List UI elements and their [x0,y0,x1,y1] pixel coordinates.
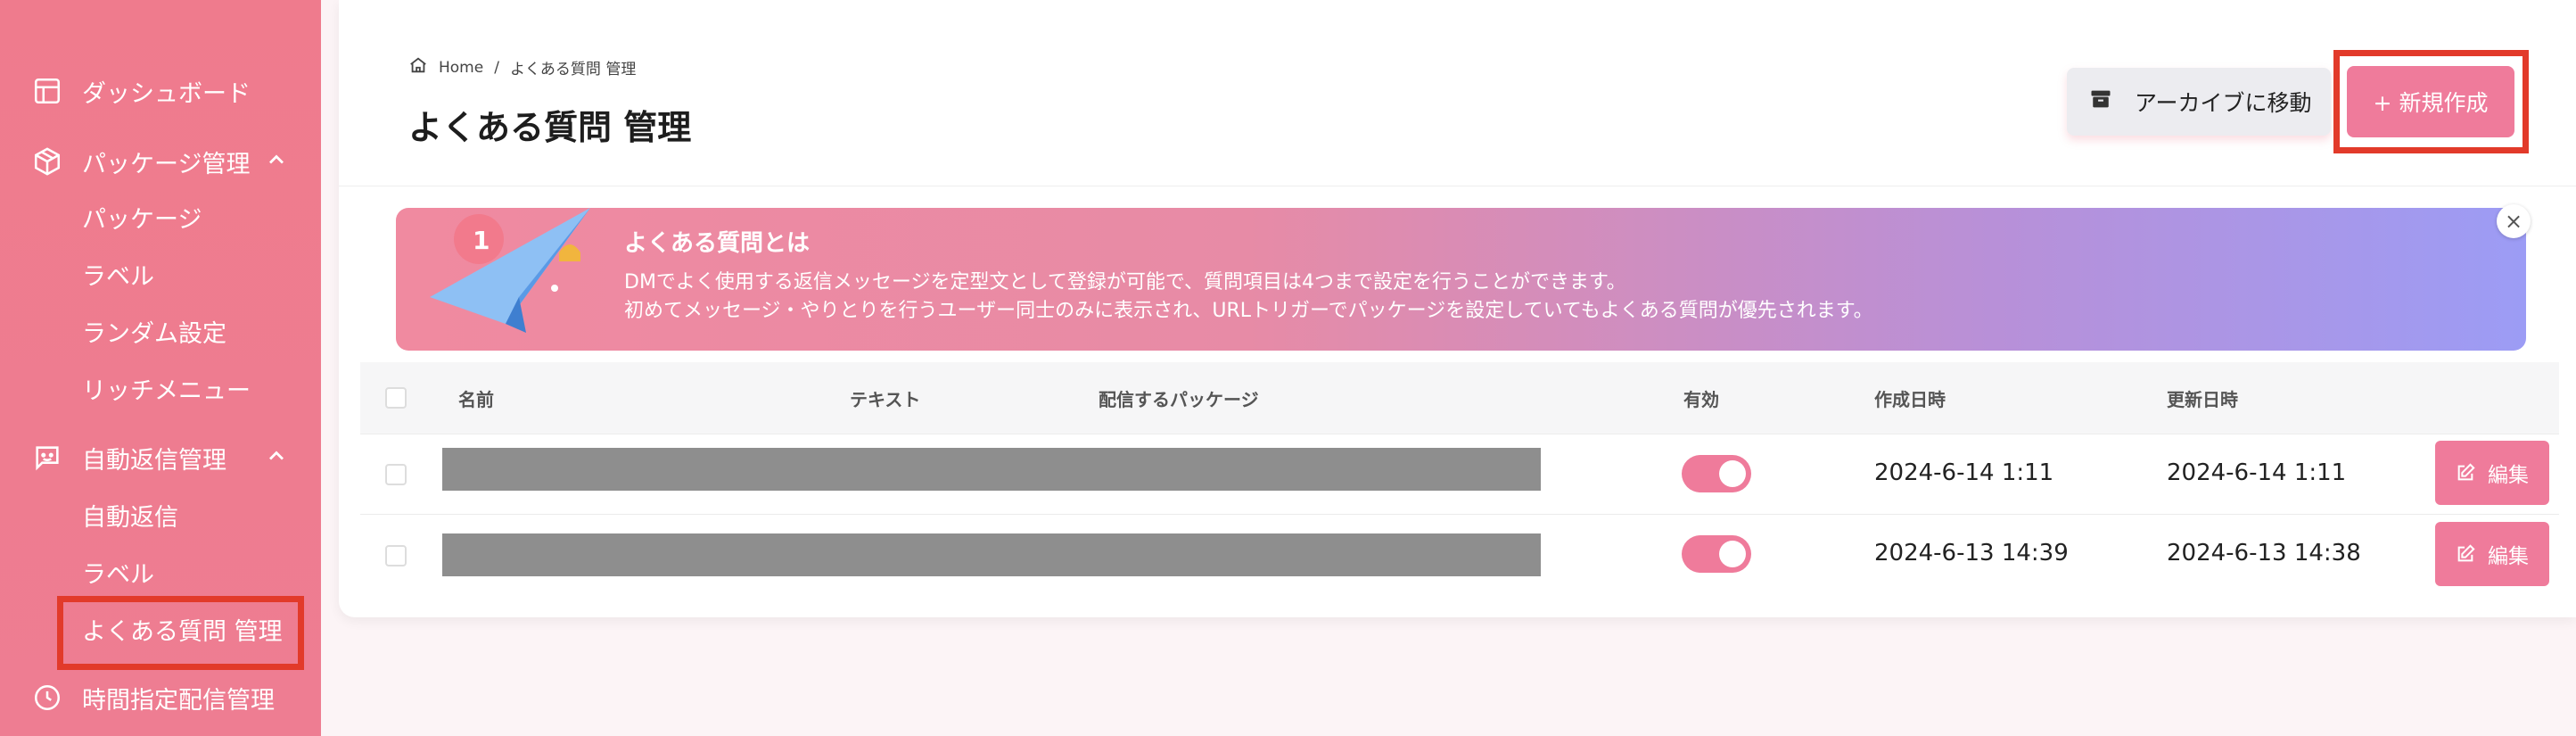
updated-date: 2024-6-13 14:38 [2167,540,2361,566]
edit-button-label: 編集 [2488,464,2529,487]
sidebar-item-label: ラベル [82,560,154,589]
dashboard-icon [30,74,64,108]
column-header-text[interactable]: テキスト [850,385,920,411]
sidebar-item-label: ランダム設定 [82,319,226,348]
column-header-active[interactable]: 有効 [1683,385,1719,411]
sidebar-item-dashboard[interactable]: ダッシュボード [30,64,251,118]
sidebar-item-rich-menu[interactable]: リッチメニュー [82,366,251,410]
sidebar-item-label: 自動返信 [82,503,178,532]
svg-text:1: 1 [473,226,490,255]
updated-date: 2024-6-14 1:11 [2167,459,2347,486]
sidebar-item-label-pkg[interactable]: ラベル [82,252,154,296]
toggle-knob [1719,541,1746,567]
sidebar: ダッシュボード パッケージ管理 パッケージ ラベル ランダム設定 リッチメニュー… [0,0,321,736]
paper-plane-icon: 1 [430,208,590,333]
created-date: 2024-6-14 1:11 [1874,459,2054,486]
chevron-up-icon[interactable] [264,147,289,178]
column-header-updated[interactable]: 更新日時 [2167,385,2238,411]
edit-button[interactable]: 編集 [2435,441,2549,505]
banner-text: 初めてメッセージ・やりとりを行うユーザー同士のみに表示され、URLトリガーでパッ… [624,300,1873,322]
sidebar-item-package-mgmt[interactable]: パッケージ管理 [30,135,298,188]
active-toggle[interactable] [1682,535,1751,573]
highlight-box [57,596,304,670]
toggle-knob [1719,460,1746,487]
active-toggle[interactable] [1682,455,1751,492]
clock-icon [30,681,64,715]
sidebar-item-label: ラベル [82,262,154,291]
sidebar-item-label: リッチメニュー [82,376,251,405]
sidebar-item-random[interactable]: ランダム設定 [82,309,226,353]
sidebar-item-label: パッケージ [82,205,202,234]
banner-text: DMでよく使用する返信メッセージを定型文として登録が可能で、質問項目は4つまで設… [624,271,1626,294]
sidebar-item-scheduled-mgmt[interactable]: 時間指定配信管理 [30,671,275,724]
breadcrumb-separator: / [494,58,499,77]
redacted-content [442,448,1541,491]
breadcrumb-home[interactable]: Home [439,59,483,77]
archive-icon [2088,87,2113,117]
archive-button-label: アーカイブに移動 [2135,90,2312,116]
row-checkbox[interactable] [385,545,407,566]
edit-icon [2456,463,2475,483]
page-title: よくある質問 管理 [408,108,692,147]
column-header-created[interactable]: 作成日時 [1874,385,1946,411]
breadcrumb-current: よくある質問 管理 [509,61,637,79]
breadcrumb: Home / よくある質問 管理 [408,55,646,79]
sidebar-item-auto-reply[interactable]: 自動返信 [82,492,178,537]
edit-button-label: 編集 [2488,545,2529,568]
highlight-box [2333,50,2529,153]
row-checkbox[interactable] [385,464,407,485]
redacted-content [442,533,1541,576]
archive-button[interactable]: アーカイブに移動 [2067,68,2331,136]
chat-icon [30,441,64,475]
sidebar-item-label: ダッシュボード [82,79,251,108]
sidebar-item-label-auto[interactable]: ラベル [82,550,154,594]
edit-icon [2456,544,2475,564]
sidebar-item-package[interactable]: パッケージ [82,194,202,239]
column-header-name[interactable]: 名前 [458,385,494,411]
sidebar-item-label: 自動返信管理 [82,446,226,475]
select-all-checkbox[interactable] [385,387,407,409]
sidebar-item-label: パッケージ管理 [82,150,251,178]
package-icon [30,145,64,178]
sidebar-item-label: 時間指定配信管理 [82,686,275,715]
column-header-package[interactable]: 配信するパッケージ [1099,385,1259,411]
created-date: 2024-6-13 14:39 [1874,540,2069,566]
chevron-up-icon[interactable] [264,443,289,475]
close-icon[interactable]: × [2497,204,2531,238]
divider [360,514,2559,515]
sidebar-item-auto-reply-mgmt[interactable]: 自動返信管理 [30,431,298,484]
edit-button[interactable]: 編集 [2435,522,2549,586]
home-icon[interactable] [408,55,428,79]
banner-title: よくある質問とは [624,230,811,257]
